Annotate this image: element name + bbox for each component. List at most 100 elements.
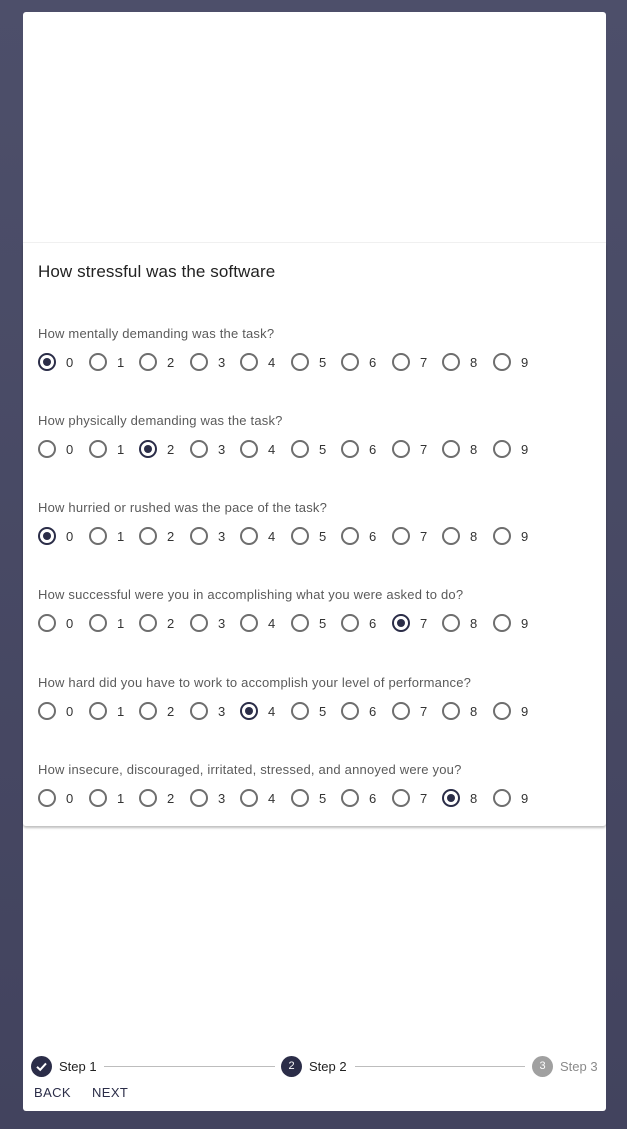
radio-button[interactable]	[89, 614, 107, 632]
radio-button[interactable]	[190, 789, 208, 807]
radio-button[interactable]	[190, 614, 208, 632]
radio-button[interactable]	[190, 440, 208, 458]
radio-button[interactable]	[493, 614, 511, 632]
rating-option[interactable]: 3	[190, 439, 225, 459]
radio-button[interactable]	[291, 614, 309, 632]
radio-button[interactable]	[291, 440, 309, 458]
rating-option[interactable]: 9	[493, 439, 528, 459]
rating-option[interactable]: 1	[89, 439, 124, 459]
rating-option[interactable]: 5	[291, 613, 326, 633]
radio-button[interactable]	[493, 353, 511, 371]
radio-button[interactable]	[240, 789, 258, 807]
rating-option[interactable]: 4	[240, 788, 275, 808]
rating-option[interactable]: 8	[442, 788, 477, 808]
radio-button[interactable]	[341, 614, 359, 632]
radio-button[interactable]	[38, 440, 56, 458]
radio-button[interactable]	[139, 440, 157, 458]
radio-button[interactable]	[392, 702, 410, 720]
radio-button[interactable]	[38, 527, 56, 545]
rating-option[interactable]: 1	[89, 788, 124, 808]
rating-option[interactable]: 2	[139, 352, 174, 372]
radio-button[interactable]	[291, 702, 309, 720]
rating-option[interactable]: 7	[392, 439, 427, 459]
rating-option[interactable]: 0	[38, 788, 73, 808]
rating-option[interactable]: 3	[190, 526, 225, 546]
rating-option[interactable]: 2	[139, 701, 174, 721]
rating-option[interactable]: 2	[139, 788, 174, 808]
radio-button[interactable]	[442, 614, 460, 632]
radio-button[interactable]	[89, 353, 107, 371]
radio-button[interactable]	[240, 702, 258, 720]
radio-button[interactable]	[392, 440, 410, 458]
rating-option[interactable]: 3	[190, 613, 225, 633]
rating-option[interactable]: 8	[442, 701, 477, 721]
rating-option[interactable]: 7	[392, 526, 427, 546]
radio-button[interactable]	[291, 353, 309, 371]
radio-button[interactable]	[139, 789, 157, 807]
radio-button[interactable]	[493, 440, 511, 458]
radio-button[interactable]	[240, 353, 258, 371]
rating-option[interactable]: 7	[392, 613, 427, 633]
rating-option[interactable]: 7	[392, 701, 427, 721]
rating-option[interactable]: 3	[190, 788, 225, 808]
rating-option[interactable]: 9	[493, 526, 528, 546]
radio-button[interactable]	[442, 789, 460, 807]
radio-button[interactable]	[291, 527, 309, 545]
radio-button[interactable]	[38, 614, 56, 632]
rating-option[interactable]: 1	[89, 613, 124, 633]
radio-button[interactable]	[442, 353, 460, 371]
rating-option[interactable]: 5	[291, 788, 326, 808]
rating-option[interactable]: 5	[291, 439, 326, 459]
radio-button[interactable]	[240, 527, 258, 545]
radio-button[interactable]	[139, 353, 157, 371]
rating-option[interactable]: 6	[341, 526, 376, 546]
radio-button[interactable]	[139, 527, 157, 545]
rating-option[interactable]: 6	[341, 439, 376, 459]
rating-option[interactable]: 0	[38, 613, 73, 633]
rating-option[interactable]: 1	[89, 352, 124, 372]
rating-option[interactable]: 4	[240, 701, 275, 721]
rating-option[interactable]: 9	[493, 701, 528, 721]
radio-button[interactable]	[493, 789, 511, 807]
rating-option[interactable]: 4	[240, 613, 275, 633]
rating-option[interactable]: 6	[341, 613, 376, 633]
radio-button[interactable]	[38, 702, 56, 720]
radio-button[interactable]	[392, 527, 410, 545]
rating-option[interactable]: 1	[89, 701, 124, 721]
rating-option[interactable]: 4	[240, 526, 275, 546]
radio-button[interactable]	[38, 789, 56, 807]
radio-button[interactable]	[341, 440, 359, 458]
rating-option[interactable]: 0	[38, 439, 73, 459]
rating-option[interactable]: 9	[493, 352, 528, 372]
back-button[interactable]: BACK	[34, 1085, 71, 1100]
radio-button[interactable]	[190, 702, 208, 720]
radio-button[interactable]	[442, 527, 460, 545]
rating-option[interactable]: 4	[240, 352, 275, 372]
rating-option[interactable]: 6	[341, 788, 376, 808]
radio-button[interactable]	[493, 527, 511, 545]
rating-option[interactable]: 9	[493, 788, 528, 808]
rating-option[interactable]: 8	[442, 439, 477, 459]
rating-option[interactable]: 6	[341, 701, 376, 721]
radio-button[interactable]	[139, 702, 157, 720]
rating-option[interactable]: 1	[89, 526, 124, 546]
radio-button[interactable]	[341, 353, 359, 371]
rating-option[interactable]: 0	[38, 526, 73, 546]
rating-option[interactable]: 2	[139, 439, 174, 459]
rating-option[interactable]: 5	[291, 526, 326, 546]
rating-option[interactable]: 2	[139, 526, 174, 546]
radio-button[interactable]	[38, 353, 56, 371]
radio-button[interactable]	[392, 789, 410, 807]
rating-option[interactable]: 8	[442, 526, 477, 546]
rating-option[interactable]: 2	[139, 613, 174, 633]
radio-button[interactable]	[240, 440, 258, 458]
rating-option[interactable]: 5	[291, 701, 326, 721]
rating-option[interactable]: 8	[442, 613, 477, 633]
radio-button[interactable]	[442, 440, 460, 458]
rating-option[interactable]: 7	[392, 352, 427, 372]
rating-option[interactable]: 8	[442, 352, 477, 372]
rating-option[interactable]: 3	[190, 352, 225, 372]
radio-button[interactable]	[190, 353, 208, 371]
radio-button[interactable]	[341, 789, 359, 807]
rating-option[interactable]: 7	[392, 788, 427, 808]
